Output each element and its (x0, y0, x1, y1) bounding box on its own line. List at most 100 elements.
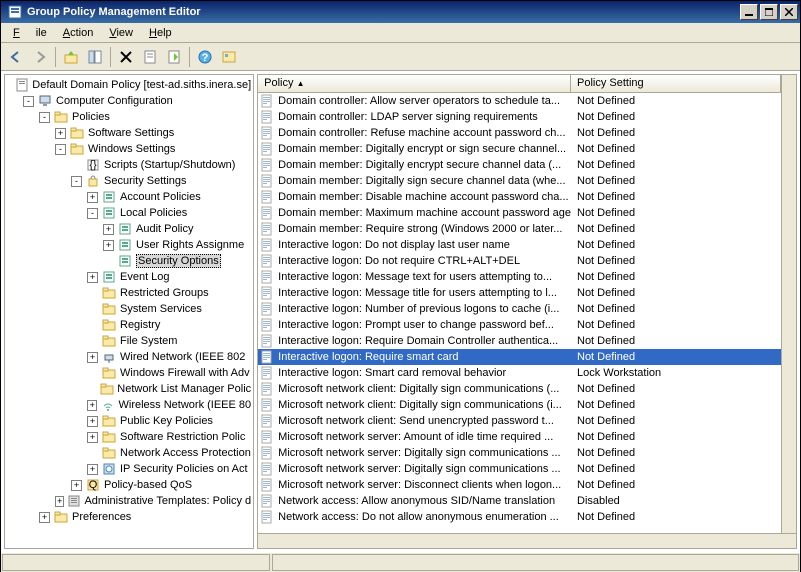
tree-node[interactable]: +Event Log (7, 269, 251, 285)
tree-node[interactable]: Network List Manager Polic (7, 381, 251, 397)
expand-icon[interactable]: + (87, 400, 97, 411)
policy-row[interactable]: Domain member: Disable machine account p… (258, 189, 781, 205)
tree-node[interactable]: -Security Settings (7, 173, 251, 189)
policy-row[interactable]: Interactive logon: Smart card removal be… (258, 365, 781, 381)
menu-action[interactable]: Action (55, 25, 102, 41)
policy-row[interactable]: Interactive logon: Number of previous lo… (258, 301, 781, 317)
tree-node[interactable]: +IP Security Policies on Act (7, 461, 251, 477)
list-body[interactable]: Domain controller: Allow server operator… (258, 93, 781, 533)
policy-row[interactable]: Microsoft network server: Amount of idle… (258, 429, 781, 445)
expand-icon[interactable]: + (87, 272, 98, 283)
tree-node[interactable]: +Software Restriction Polic (7, 429, 251, 445)
expand-icon[interactable]: + (103, 224, 114, 235)
tree-node[interactable]: -Local Policies (7, 205, 251, 221)
export-button[interactable] (163, 46, 185, 68)
policy-row[interactable]: Interactive logon: Require smart cardNot… (258, 349, 781, 365)
expand-icon[interactable]: + (87, 192, 98, 203)
policy-row[interactable]: Domain member: Require strong (Windows 2… (258, 221, 781, 237)
policy-row[interactable]: Domain controller: Allow server operator… (258, 93, 781, 109)
policy-row[interactable]: Domain controller: Refuse machine accoun… (258, 125, 781, 141)
tree-node[interactable]: +Wired Network (IEEE 802 (7, 349, 251, 365)
policy-row[interactable]: Microsoft network server: Digitally sign… (258, 445, 781, 461)
policy-row[interactable]: Microsoft network client: Send unencrypt… (258, 413, 781, 429)
policy-row[interactable]: Domain member: Digitally sign secure cha… (258, 173, 781, 189)
policy-row[interactable]: Microsoft network server: Disconnect cli… (258, 477, 781, 493)
tree-node[interactable]: Windows Firewall with Adv (7, 365, 251, 381)
close-button[interactable] (780, 4, 798, 20)
tree-node[interactable]: -Computer Configuration (7, 93, 251, 109)
minimize-button[interactable] (740, 4, 758, 20)
expand-icon[interactable]: - (55, 144, 66, 155)
policy-row[interactable]: Interactive logon: Message title for use… (258, 285, 781, 301)
tree-node[interactable]: +Software Settings (7, 125, 251, 141)
horizontal-scrollbar[interactable] (258, 533, 796, 548)
policy-row[interactable]: Interactive logon: Prompt user to change… (258, 317, 781, 333)
policy-row[interactable]: Network access: Do not allow anonymous e… (258, 509, 781, 525)
policy-row[interactable]: Domain member: Digitally encrypt or sign… (258, 141, 781, 157)
policy-row[interactable]: Microsoft network client: Digitally sign… (258, 397, 781, 413)
tree-node[interactable]: Security Options (7, 253, 251, 269)
tree-node[interactable]: +User Rights Assignme (7, 237, 251, 253)
tree-node[interactable]: +Preferences (7, 509, 251, 525)
tree-node[interactable]: Restricted Groups (7, 285, 251, 301)
tree-node[interactable]: +Account Policies (7, 189, 251, 205)
tree-node[interactable]: -Windows Settings (7, 141, 251, 157)
expand-icon[interactable]: + (87, 464, 98, 475)
expand-icon[interactable]: - (87, 208, 98, 219)
policy-row[interactable]: Interactive logon: Require Domain Contro… (258, 333, 781, 349)
policy-row[interactable]: Interactive logon: Message text for user… (258, 269, 781, 285)
tree-node[interactable]: Default Domain Policy [test-ad.siths.ine… (7, 77, 251, 93)
expand-icon[interactable]: + (55, 128, 66, 139)
policy-row[interactable]: Microsoft network server: Digitally sign… (258, 461, 781, 477)
column-header-policy[interactable]: Policy ▲ (258, 75, 571, 92)
tree-node[interactable]: Registry (7, 317, 251, 333)
policy-row[interactable]: Domain controller: LDAP server signing r… (258, 109, 781, 125)
expand-icon[interactable]: + (87, 432, 98, 443)
column-header-setting[interactable]: Policy Setting (571, 75, 781, 92)
tree-node[interactable]: File System (7, 333, 251, 349)
menu-view[interactable]: View (101, 25, 141, 41)
policy-row[interactable]: Interactive logon: Do not require CTRL+A… (258, 253, 781, 269)
policy-row[interactable]: Interactive logon: Do not display last u… (258, 237, 781, 253)
expand-icon[interactable]: - (71, 176, 82, 187)
expand-icon[interactable]: + (39, 512, 50, 523)
tree-node[interactable]: +Audit Policy (7, 221, 251, 237)
tree-node[interactable]: +Administrative Templates: Policy d (7, 493, 251, 509)
maximize-button[interactable] (760, 4, 778, 20)
tree-node[interactable]: -Policies (7, 109, 251, 125)
delete-button[interactable] (115, 46, 137, 68)
expand-icon[interactable]: + (87, 416, 98, 427)
menu-help[interactable]: Help (141, 25, 180, 41)
tree-node[interactable]: +QPolicy-based QoS (7, 477, 251, 493)
tree-pane[interactable]: Default Domain Policy [test-ad.siths.ine… (4, 74, 254, 549)
expand-icon[interactable]: + (103, 240, 114, 251)
script-icon: {} (85, 157, 101, 173)
menu-file[interactable]: File (5, 25, 55, 41)
expand-icon[interactable]: - (39, 112, 50, 123)
filter-button[interactable] (218, 46, 240, 68)
forward-button[interactable] (29, 46, 51, 68)
tree-node[interactable]: {}Scripts (Startup/Shutdown) (7, 157, 251, 173)
policy-row[interactable]: Microsoft network client: Digitally sign… (258, 381, 781, 397)
show-hide-tree-button[interactable] (84, 46, 106, 68)
expand-icon[interactable]: + (87, 352, 98, 363)
policy-icon (258, 478, 276, 492)
back-button[interactable] (5, 46, 27, 68)
tree-node-label: Public Key Policies (120, 415, 213, 427)
tree-node[interactable]: + Public Key Policies (7, 413, 251, 429)
up-button[interactable] (60, 46, 82, 68)
toolbar: ? (1, 43, 800, 71)
expand-icon[interactable]: + (55, 496, 64, 507)
expand-icon[interactable]: + (71, 480, 82, 491)
tree-node[interactable]: System Services (7, 301, 251, 317)
policy-name: Domain member: Disable machine account p… (276, 191, 571, 203)
help-button[interactable]: ? (194, 46, 216, 68)
tree-node[interactable]: Network Access Protection (7, 445, 251, 461)
policy-row[interactable]: Domain member: Maximum machine account p… (258, 205, 781, 221)
vertical-scrollbar[interactable] (781, 75, 796, 533)
properties-button[interactable] (139, 46, 161, 68)
expand-icon[interactable]: - (23, 96, 34, 107)
policy-row[interactable]: Network access: Allow anonymous SID/Name… (258, 493, 781, 509)
tree-node[interactable]: +Wireless Network (IEEE 80 (7, 397, 251, 413)
policy-row[interactable]: Domain member: Digitally encrypt secure … (258, 157, 781, 173)
